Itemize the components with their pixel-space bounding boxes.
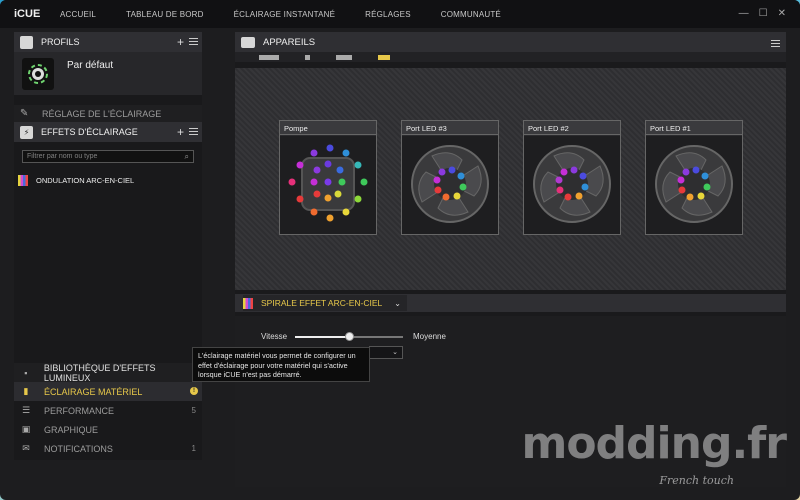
top-nav-bar: iCUE ACCUEIL TABLEAU DE BORD ÉCLAIRAGE I… [0, 0, 800, 28]
card-title: Port LED #2 [524, 121, 620, 135]
card-title: Pompe [280, 121, 376, 135]
rainbow-icon [243, 297, 253, 309]
profiles-header: PROFILS + [14, 32, 202, 52]
icue-window: iCUE ACCUEIL TABLEAU DE BORD ÉCLAIRAGE I… [0, 0, 800, 500]
devices-menu-icon[interactable] [771, 38, 780, 49]
nav-hardware-lighting[interactable]: ▮ ÉCLAIRAGE MATÉRIEL ! [14, 382, 202, 401]
direction-dropdown[interactable]: ⌄ [369, 346, 403, 359]
watermark-logo: modding.fr [521, 418, 787, 469]
search-icon: ⌕ [184, 152, 189, 161]
fan-preview [402, 136, 498, 234]
hardware-lighting-tooltip: L'éclairage matériel vous permet de conf… [192, 347, 370, 382]
speed-slider-handle[interactable] [345, 332, 354, 341]
library-icon: ▪ [24, 367, 28, 378]
lighting-setup-label: RÉGLAGE DE L'ÉCLAIRAGE [42, 108, 162, 119]
profile-name: Par défaut [67, 60, 114, 71]
profile-item-default[interactable]: Par défaut [14, 52, 202, 95]
fan-preview [524, 136, 620, 234]
effect-search-input[interactable]: Filtrer par nom ou type ⌕ [22, 150, 194, 163]
speed-slider[interactable] [295, 332, 403, 341]
profiles-icon [20, 35, 33, 49]
effects-menu-icon[interactable] [189, 126, 198, 137]
app-logo: iCUE [14, 8, 41, 20]
nav-tableau-de-bord[interactable]: TABLEAU DE BORD [126, 10, 204, 19]
keyboard-icon [241, 36, 255, 48]
fan-preview [646, 136, 742, 234]
add-profile-button[interactable]: + [177, 35, 184, 49]
performance-icon: ☰ [21, 405, 31, 415]
devices-header: APPAREILS [235, 32, 786, 52]
performance-label: PERFORMANCE [44, 405, 115, 416]
notifications-label: NOTIFICATIONS [44, 443, 113, 454]
search-placeholder: Filtrer par nom ou type [27, 153, 98, 160]
profiles-title: PROFILS [41, 37, 80, 47]
effects-title: EFFETS D'ÉCLAIRAGE [41, 127, 138, 137]
wrench-icon: ✎ [20, 107, 29, 119]
effects-header: ⚡ EFFETS D'ÉCLAIRAGE + [14, 122, 202, 142]
devices-title: APPAREILS [263, 36, 316, 48]
chevron-down-icon: ⌄ [394, 298, 401, 308]
profiles-menu-icon[interactable] [189, 36, 198, 47]
left-panel: PROFILS + Par défaut ✎ RÉGLAGE DE L'ÉCLA… [14, 32, 202, 460]
speed-slider-fill [295, 336, 349, 338]
close-icon[interactable]: ✕ [778, 8, 786, 19]
graph-icon: ▣ [21, 424, 31, 434]
device-tabs [235, 52, 786, 62]
effect-name: ONDULATION ARC-EN-CIEL [36, 176, 135, 185]
speed-label: Vitesse [261, 332, 288, 341]
device-tab-strip[interactable] [336, 54, 352, 60]
nav-performance[interactable]: ☰ PERFORMANCE 5 [14, 401, 202, 420]
lighting-setup-row[interactable]: ✎ RÉGLAGE DE L'ÉCLAIRAGE [14, 105, 202, 122]
device-card-port-1[interactable]: Port LED #1 [645, 120, 743, 235]
nav-accueil[interactable]: ACCUEIL [60, 10, 96, 19]
nav-library[interactable]: ▪ BIBLIOTHÈQUE D'EFFETS LUMINEUX [14, 362, 202, 383]
add-effect-button[interactable]: + [177, 125, 184, 139]
rainbow-icon [18, 175, 28, 186]
effect-dropdown[interactable]: SPIRALE EFFET ARC-EN-CIEL ⌄ [243, 295, 407, 311]
profile-logo-icon [22, 58, 54, 90]
lightning-icon: ⚡ [20, 125, 33, 139]
nav-reglages[interactable]: RÉGLAGES [365, 10, 411, 19]
notifications-icon: ✉ [22, 443, 30, 453]
minimize-icon[interactable]: — [739, 8, 749, 19]
bottom-nav: ▪ BIBLIOTHÈQUE D'EFFETS LUMINEUX ▮ ÉCLAI… [14, 363, 202, 458]
selected-effect: SPIRALE EFFET ARC-EN-CIEL [261, 298, 383, 308]
card-title: Port LED #1 [646, 121, 742, 135]
hardware-lighting-label: ÉCLAIRAGE MATÉRIEL [44, 386, 143, 397]
window-controls: — ☐ ✕ [739, 8, 786, 19]
effect-list-item[interactable]: ONDULATION ARC-EN-CIEL [18, 175, 202, 186]
nav-graph[interactable]: ▣ GRAPHIQUE [14, 420, 202, 439]
device-tab-keyboard[interactable] [259, 54, 279, 60]
card-title: Port LED #3 [402, 121, 498, 135]
nav-notifications[interactable]: ✉ NOTIFICATIONS 1 [14, 439, 202, 458]
library-label: BIBLIOTHÈQUE D'EFFETS LUMINEUX [43, 362, 156, 383]
nav-communaute[interactable]: COMMUNAUTÉ [441, 10, 501, 19]
speed-value: Moyenne [413, 332, 446, 341]
graph-label: GRAPHIQUE [44, 424, 99, 435]
hardware-lighting-icon: ▮ [23, 386, 29, 396]
effect-selector-bar: SPIRALE EFFET ARC-EN-CIEL ⌄ [235, 294, 786, 312]
device-tab-mouse[interactable] [305, 54, 310, 60]
device-card-port-2[interactable]: Port LED #2 [523, 120, 621, 235]
info-icon[interactable]: ! [190, 387, 198, 395]
notifications-count: 1 [191, 444, 196, 453]
performance-count: 5 [191, 406, 196, 415]
device-tab-controller[interactable] [378, 54, 390, 60]
pump-preview [280, 136, 376, 234]
nav-eclairage-instantane[interactable]: ÉCLAIRAGE INSTANTANÉ [234, 10, 336, 19]
maximize-icon[interactable]: ☐ [759, 8, 768, 19]
device-card-pump[interactable]: Pompe [279, 120, 377, 235]
device-stage: Pompe Port LED #3 Port LED #2 Port LED #… [235, 68, 786, 290]
device-card-port-3[interactable]: Port LED #3 [401, 120, 499, 235]
watermark-tagline: French touch [659, 474, 734, 487]
